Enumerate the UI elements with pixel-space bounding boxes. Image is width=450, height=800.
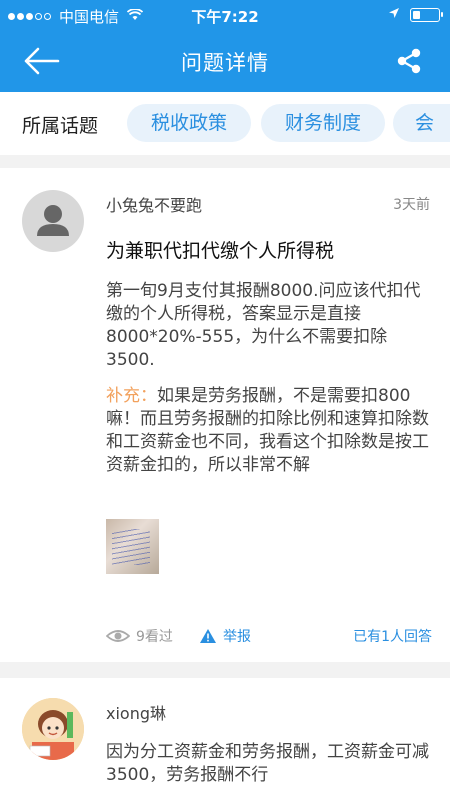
eye-icon <box>106 630 130 642</box>
topic-chip-finance-system[interactable]: 财务制度 <box>261 104 385 142</box>
battery-icon <box>410 8 443 22</box>
question-footer: 9看过 举报 已有1人回答 <box>106 626 432 650</box>
views-text: 9看过 <box>136 629 173 645</box>
question-author[interactable]: 小兔兔不要跑 <box>106 192 202 216</box>
answer-count-link[interactable]: 已有1人回答 <box>353 626 432 646</box>
topics-label: 所属话题 <box>22 115 99 137</box>
attachment-image[interactable] <box>106 519 159 574</box>
question-card: 小兔兔不要跑 3天前 为兼职代扣代缴个人所得税 第一旬9月支付其报酬8000.问… <box>0 168 450 662</box>
answer-author[interactable]: xiong琳 <box>106 700 166 724</box>
question-time: 3天前 <box>393 197 430 213</box>
question-supplement: 补充：如果是劳务报酬，不是需要扣800嘛！而且劳务报酬的扣除比例和速算扣除数和工… <box>106 385 432 477</box>
answer-card: xiong琳 因为分工资薪金和劳务报酬，工资薪金可减3500，劳务报酬不行 <box>0 678 450 800</box>
avatar[interactable] <box>22 190 84 252</box>
page-title: 问题详情 <box>181 51 269 75</box>
report-button[interactable]: 举报 <box>199 626 251 646</box>
topic-chip-tax-policy[interactable]: 税收政策 <box>127 104 251 142</box>
status-time: 下午7:22 <box>191 8 259 26</box>
default-user-icon <box>37 205 69 236</box>
share-icon <box>397 48 421 74</box>
question-title: 为兼职代扣代缴个人所得税 <box>106 240 335 262</box>
topic-bar: 所属话题 税收政策 财务制度 会 <box>0 92 450 155</box>
status-bar: 中国电信 下午7:22 <box>0 0 450 30</box>
warning-icon <box>200 629 216 643</box>
answer-body: 因为分工资薪金和劳务报酬，工资薪金可减3500，劳务报酬不行 <box>106 742 429 785</box>
supplement-label: 补充： <box>106 386 157 406</box>
status-right <box>388 7 443 23</box>
share-button[interactable] <box>394 46 424 76</box>
views-count: 9看过 <box>106 626 173 646</box>
location-arrow-icon <box>388 7 400 23</box>
navigation-bar: 问题详情 <box>0 30 450 92</box>
report-label: 举报 <box>223 629 251 645</box>
cartoon-girl-avatar-icon <box>22 698 84 760</box>
topic-chip-more[interactable]: 会 <box>393 104 450 142</box>
question-body: 第一旬9月支付其报酬8000.问应该代扣代缴的个人所得税，答案显示是直接8000… <box>106 281 421 370</box>
avatar[interactable] <box>22 698 84 760</box>
